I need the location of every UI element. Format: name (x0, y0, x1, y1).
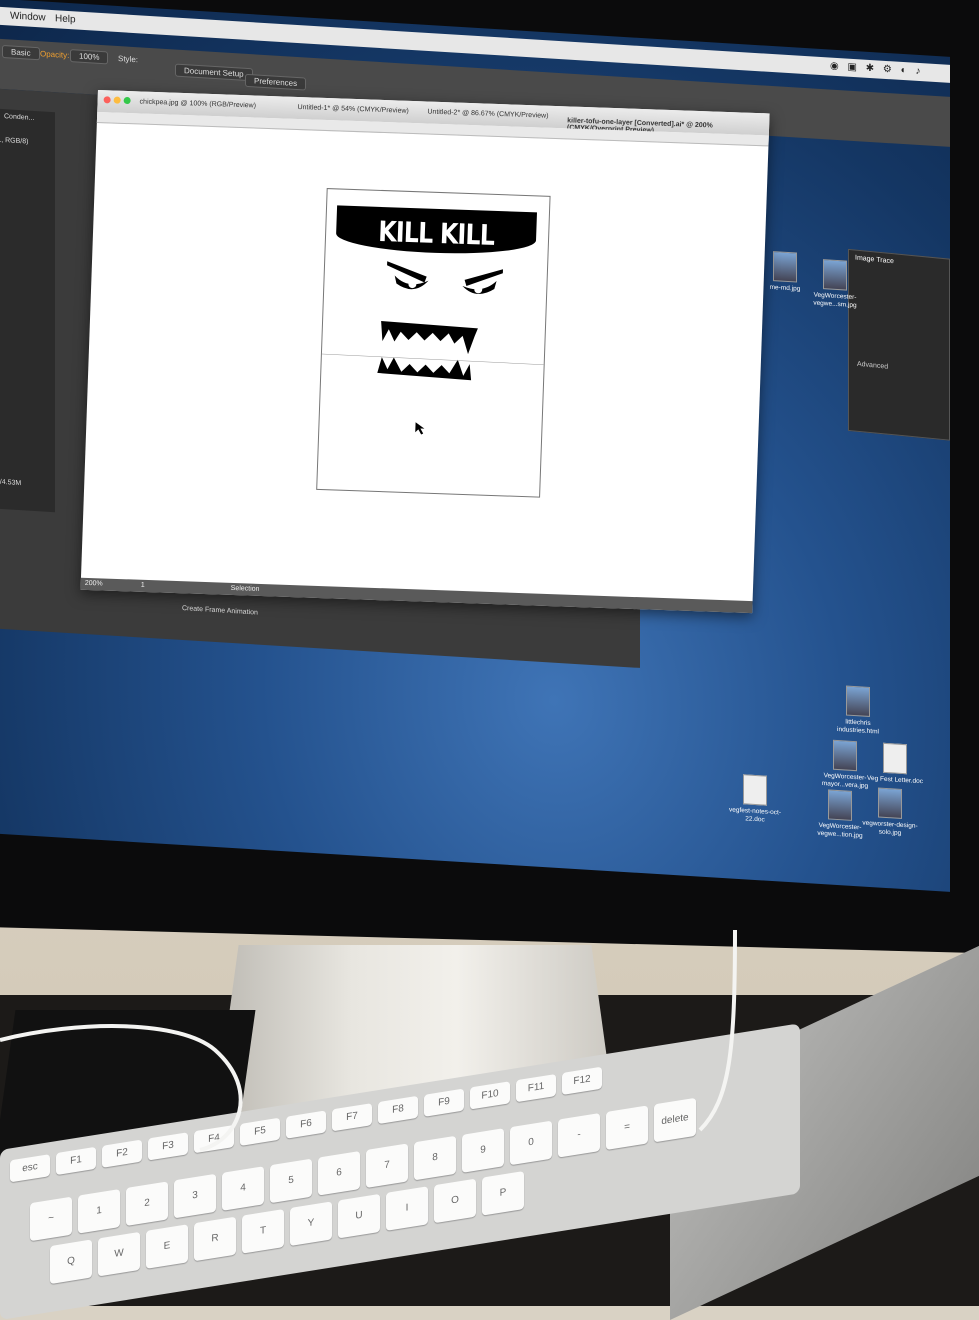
key[interactable]: Q (50, 1239, 92, 1285)
photo-thumbnail (828, 789, 852, 821)
desktop-icon[interactable]: vegfest-notes-oct-22.doc (725, 773, 785, 826)
cursor-arrow-icon (415, 422, 425, 435)
html-thumbnail (846, 685, 870, 717)
desktop-icon-label: VegWorcester-vegwe...sm.jpg (813, 291, 857, 310)
key[interactable]: ~ (30, 1196, 72, 1242)
key[interactable]: F8 (378, 1095, 418, 1125)
key[interactable]: Y (290, 1201, 332, 1247)
desktop-icon[interactable]: vegworster-design-solo.jpg (860, 786, 920, 839)
key[interactable]: E (146, 1224, 188, 1269)
key[interactable]: R (194, 1216, 236, 1262)
preferences-button[interactable]: Preferences (245, 73, 307, 91)
menu-help[interactable]: Help (55, 13, 76, 25)
key[interactable]: = (606, 1105, 648, 1151)
key[interactable]: F6 (286, 1110, 326, 1139)
monster-face (321, 261, 544, 435)
key[interactable]: 9 (462, 1128, 504, 1173)
key[interactable]: F5 (240, 1117, 280, 1146)
style-label: Style: (118, 54, 139, 65)
desktop-icon[interactable]: Veg Fest Letter.doc (865, 742, 925, 787)
desktop-icon-label: vegworster-design-solo.jpg (862, 819, 918, 837)
desktop-icon-label: me-md.jpg (769, 283, 801, 293)
desktop-icon-label: Veg Fest Letter.doc (866, 774, 923, 786)
upper-teeth (381, 321, 478, 355)
minimize-icon[interactable] (113, 96, 121, 104)
right-eyebrow (464, 269, 503, 286)
key[interactable]: F11 (516, 1073, 556, 1103)
key[interactable]: 8 (414, 1135, 456, 1181)
key[interactable]: esc (10, 1154, 50, 1183)
page-number[interactable]: 1 (141, 582, 145, 589)
current-tool: Selection (230, 584, 260, 593)
key[interactable]: O (434, 1178, 476, 1224)
tab-untitled-1[interactable]: Untitled-1* @ 54% (CMYK/Preview) (297, 104, 409, 115)
key[interactable]: F3 (148, 1132, 188, 1161)
tab-untitled-2[interactable]: Untitled-2* @ 86.67% (CMYK/Preview) (427, 109, 548, 120)
workspace-switcher[interactable]: Basic (2, 44, 40, 61)
desktop-icon[interactable]: littlechris industries.html (828, 684, 888, 737)
doc-icon (743, 774, 767, 806)
key[interactable]: P (482, 1171, 524, 1216)
key[interactable]: - (558, 1112, 600, 1158)
photo-thumbnail (878, 787, 902, 819)
photo-thumbnail (773, 251, 797, 283)
key[interactable]: W (98, 1231, 140, 1277)
menu-status-icons: ◉ ▣ ✱ ⚙ ◐ ♪ (830, 60, 924, 78)
key[interactable]: 5 (270, 1158, 312, 1204)
opacity-label: Opacity: (40, 49, 70, 61)
tab-chickpea[interactable]: chickpea.jpg @ 100% (RGB/Preview) (139, 98, 256, 109)
key[interactable]: T (242, 1209, 284, 1254)
key[interactable]: 7 (366, 1143, 408, 1189)
illustrator-document-window: chickpea.jpg @ 100% (RGB/Preview) Untitl… (80, 90, 770, 614)
key[interactable]: F2 (102, 1139, 142, 1168)
key[interactable]: delete (654, 1097, 696, 1143)
key[interactable]: 1 (78, 1188, 120, 1234)
key[interactable]: F1 (56, 1146, 96, 1176)
photo-thumbnail (823, 259, 847, 291)
font-field[interactable]: Conden... (4, 113, 34, 122)
key[interactable]: F9 (424, 1088, 464, 1117)
menu-window[interactable]: Window (10, 10, 46, 23)
document-setup-button[interactable]: Document Setup (175, 63, 253, 82)
zoom-icon[interactable] (123, 96, 131, 105)
key[interactable]: F10 (470, 1081, 510, 1110)
desktop-icon-label: VegWorcester-vegwe...tion.jpg (817, 821, 863, 840)
artboard: KILL KILL KILL (316, 188, 551, 498)
photo-thumbnail (833, 739, 857, 772)
advanced-toggle[interactable]: Advanced (857, 361, 888, 371)
doc-size: Doc: 8.58M/4.53M (0, 477, 22, 488)
key[interactable]: 0 (510, 1120, 552, 1166)
desktop-icon-label: vegfest-notes-oct-22.doc (728, 806, 782, 824)
doc-icon (883, 742, 907, 775)
close-icon[interactable] (103, 96, 111, 104)
photoshop-panel: Conden... % (Layer 11, RGB/8) Doc: 8.58M… (0, 106, 55, 513)
left-eyebrow (387, 261, 427, 283)
zoom-level[interactable]: 200% (85, 580, 103, 588)
opacity-field[interactable]: 100% (70, 49, 109, 65)
key[interactable]: F7 (332, 1103, 372, 1132)
key[interactable]: 3 (174, 1173, 216, 1219)
key[interactable]: F12 (562, 1066, 602, 1095)
key[interactable]: 2 (126, 1181, 168, 1227)
layer-info: % (Layer 11, RGB/8) (0, 135, 29, 146)
desktop-icon[interactable]: VegWorcester-vegwe...sm.jpg (805, 258, 865, 311)
key[interactable]: U (338, 1193, 380, 1239)
key[interactable]: I (386, 1186, 428, 1231)
desktop-icon-label: littlechris industries.html (837, 718, 879, 736)
key[interactable]: 4 (222, 1166, 264, 1211)
guide-line (321, 353, 544, 365)
key[interactable]: F4 (194, 1124, 234, 1154)
key[interactable]: 6 (318, 1150, 360, 1196)
